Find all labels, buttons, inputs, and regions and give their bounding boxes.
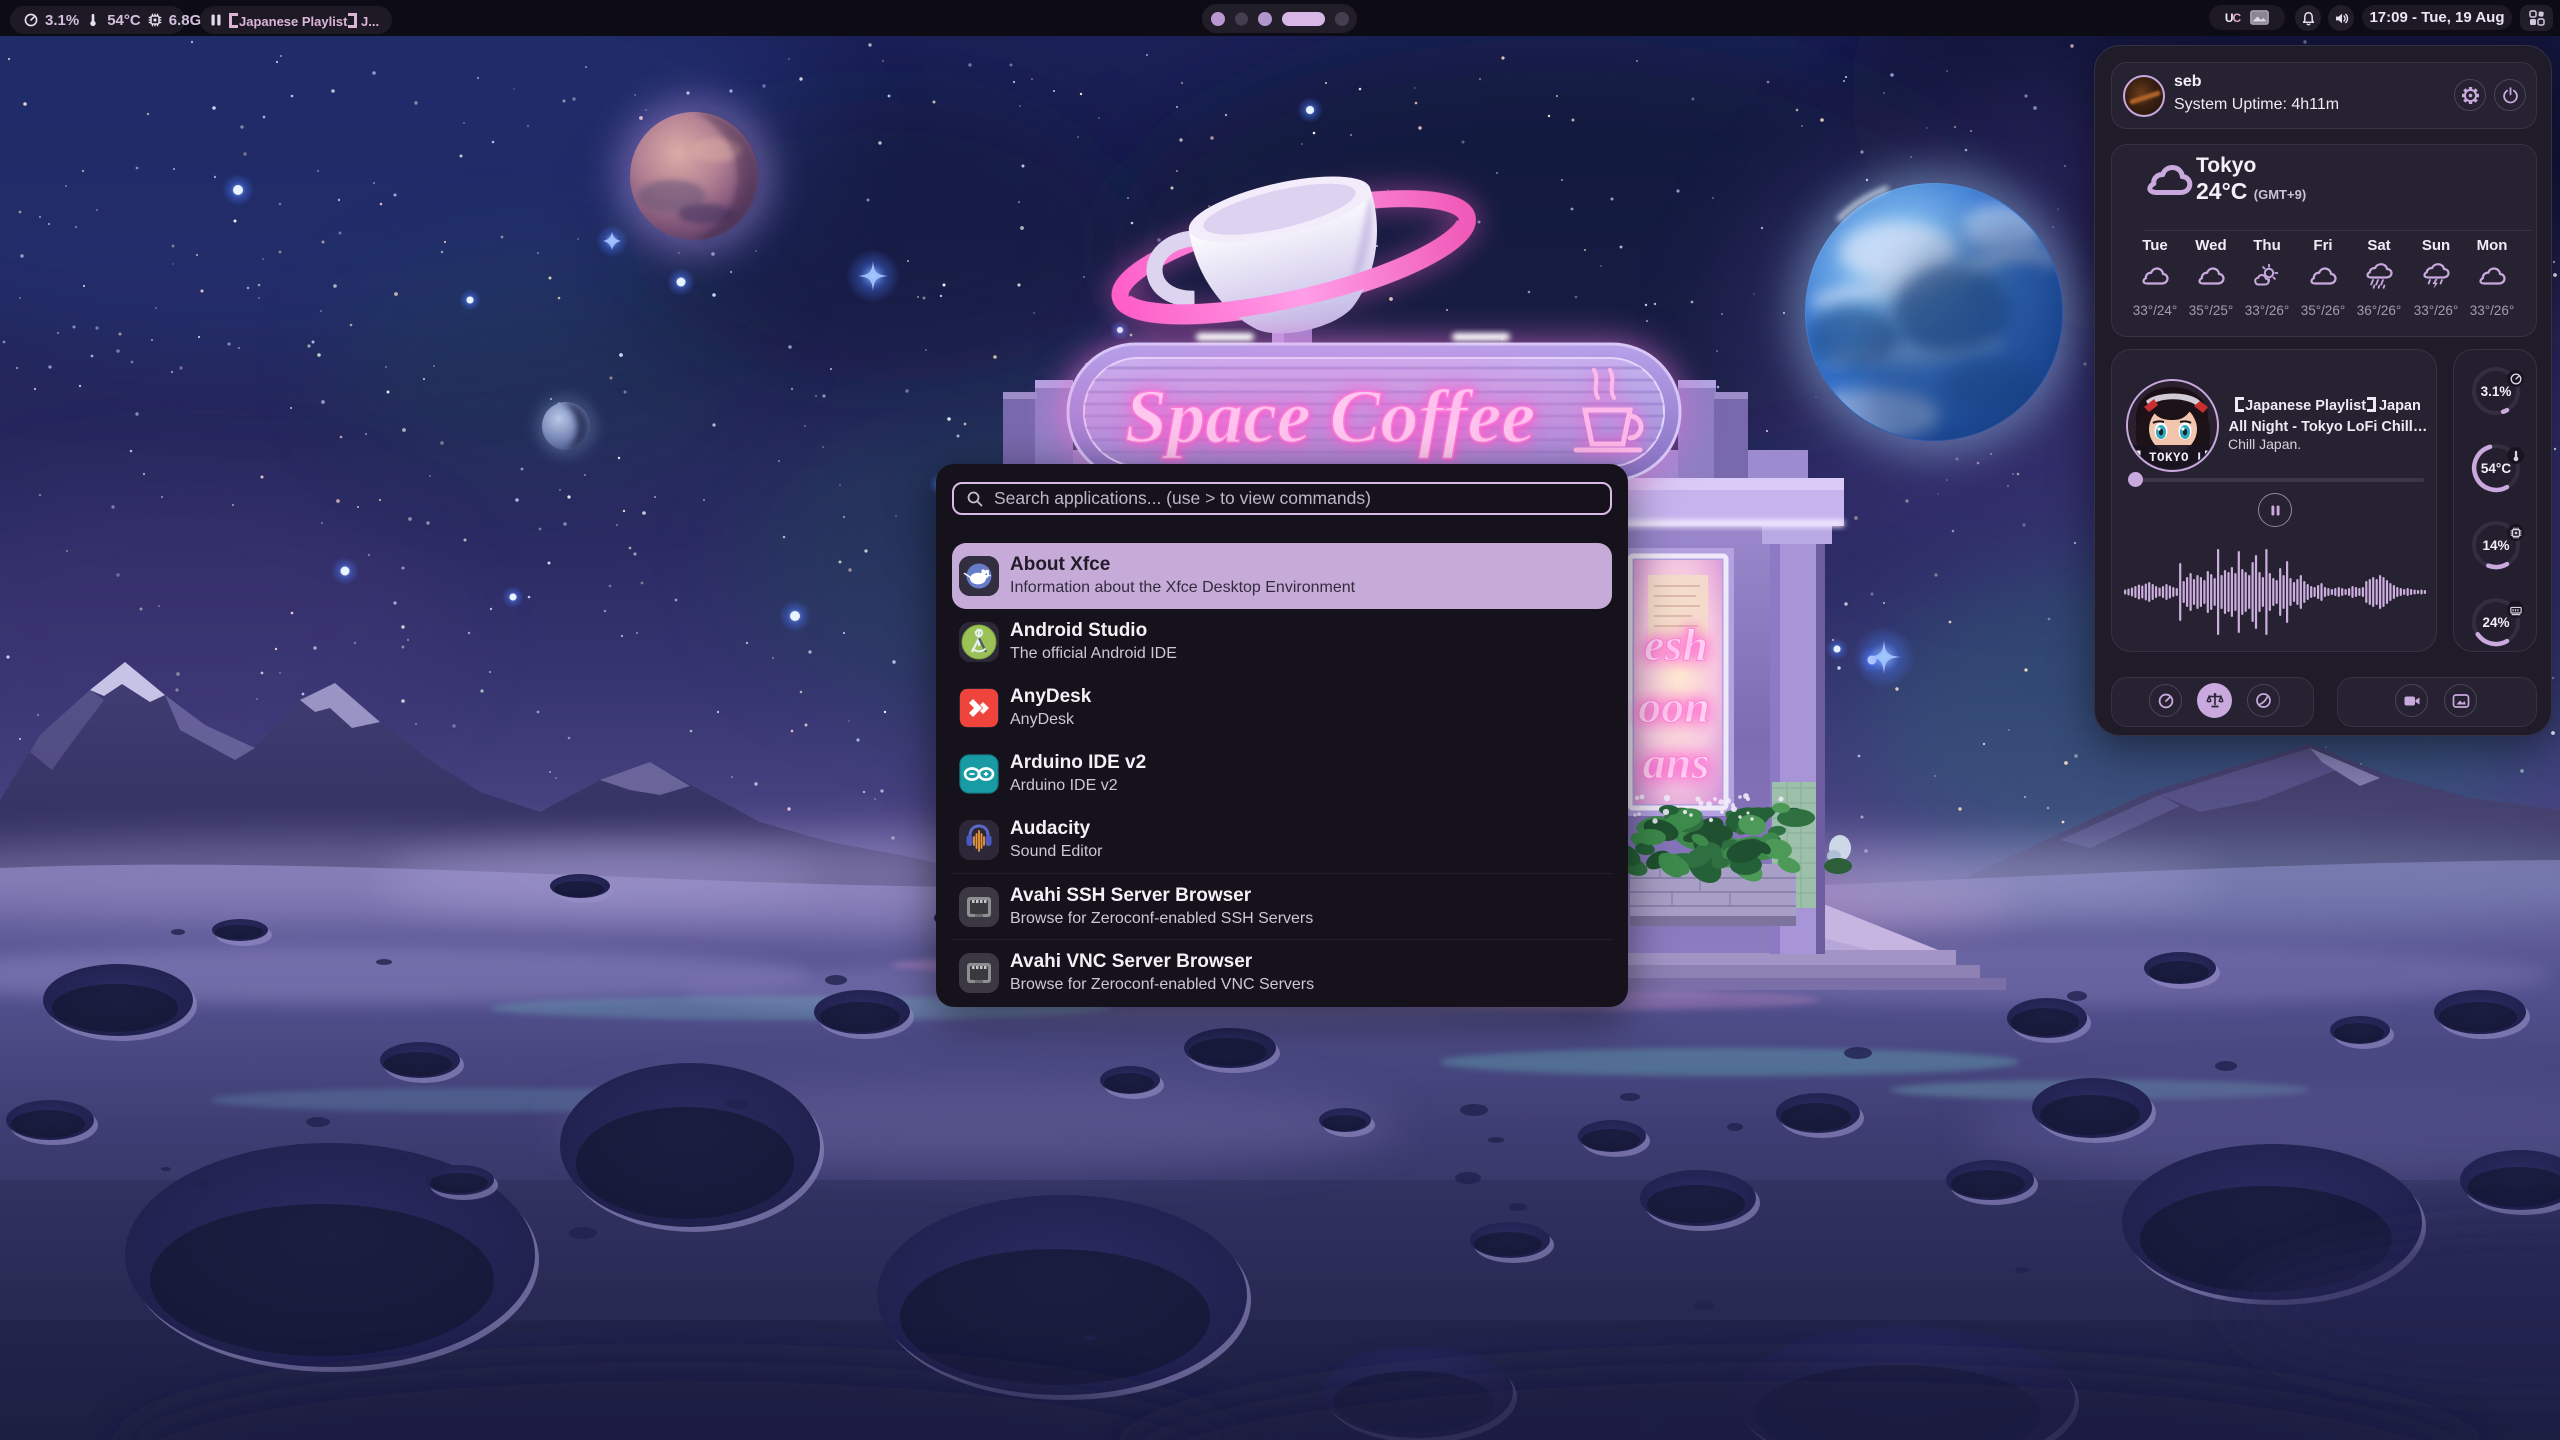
svg-text:oon: oon [1637,680,1712,733]
svg-text:Space Coffee: Space Coffee [1125,375,1535,459]
svg-text:█ TOKYO L▌: █ TOKYO L▌ [2133,450,2213,465]
svg-text:esh: esh [1643,618,1710,671]
svg-text:ans: ans [1641,736,1710,789]
